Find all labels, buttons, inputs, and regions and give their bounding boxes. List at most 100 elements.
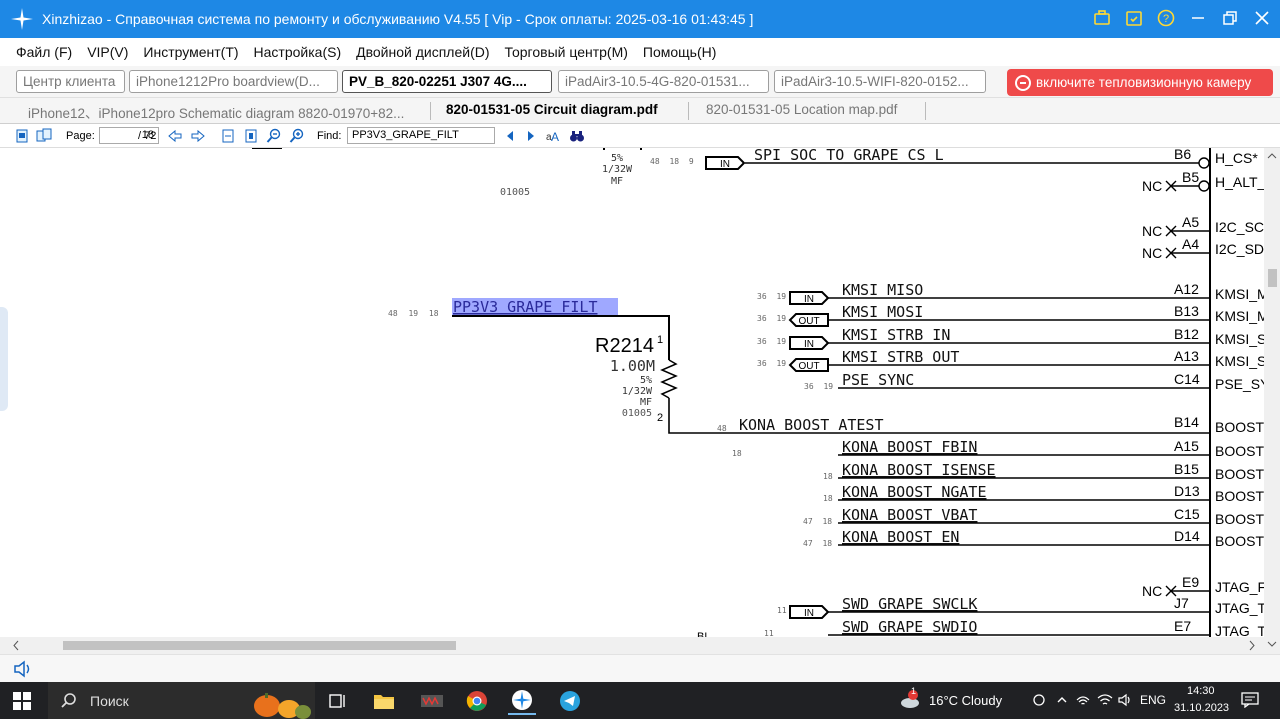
menu-dual-display[interactable]: Двойной дисплей(D) xyxy=(356,44,489,60)
telegram-icon[interactable] xyxy=(556,687,584,715)
match-case-icon[interactable]: aA xyxy=(545,128,561,144)
horizontal-scrollbar[interactable] xyxy=(0,637,1264,654)
xinzhizao-taskbar-icon[interactable] xyxy=(508,687,536,715)
tab-separator xyxy=(925,102,926,120)
net-label[interactable]: KONA_BOOST_VBAT xyxy=(842,506,977,524)
keyboard-language[interactable]: ENG xyxy=(1140,693,1166,707)
net-pse-sync[interactable]: PSE_SYNC 36 19 C14 PSE_SY xyxy=(804,371,1264,392)
zoom-in-icon[interactable] xyxy=(289,128,305,144)
net-kmsi-miso[interactable]: KMSI_MISO 36 19 IN A12 KMSI_M xyxy=(757,281,1264,305)
scroll-left-icon[interactable] xyxy=(10,637,22,654)
tab-ipadair3-wifi[interactable]: iPadAir3-10.5-WIFI-820-0152... xyxy=(774,70,986,93)
net-pp3v3-grape-filt[interactable]: PP3V3_GRAPE_FILT xyxy=(453,298,598,316)
vertical-scrollbar[interactable] xyxy=(1264,148,1280,654)
horizontal-scroll-thumb[interactable] xyxy=(63,641,456,650)
title-bar: Xinzhizao - Справочная система по ремонт… xyxy=(0,0,1280,38)
vertical-scroll-thumb[interactable] xyxy=(1268,269,1277,287)
task-view-icon[interactable] xyxy=(324,687,352,715)
tab-customer-center[interactable]: Центр клиента xyxy=(16,70,125,93)
widgets-icon[interactable] xyxy=(1032,693,1046,707)
net-label[interactable]: SPI_SOC_TO_GRAPE_CS_L xyxy=(754,148,944,164)
weather-text[interactable]: 16°C Cloudy xyxy=(929,693,1002,708)
wifi-icon[interactable] xyxy=(1097,693,1113,707)
net-label[interactable]: KMSI_STRB_IN xyxy=(842,326,950,344)
clock-time[interactable]: 14:30 xyxy=(1187,685,1215,697)
find-previous-icon[interactable] xyxy=(502,128,518,144)
net-label[interactable]: SWD_GRAPE_SWCLK xyxy=(842,595,977,613)
tray-chevron-up-icon[interactable] xyxy=(1056,694,1068,706)
fit-width-icon[interactable] xyxy=(220,128,236,144)
net-label[interactable]: SWD_GRAPE_SWDIO xyxy=(842,618,977,636)
calendar-check-icon[interactable] xyxy=(1124,8,1144,28)
net-kona-boost-fbin[interactable]: KONA_BOOST_FBIN A15 BOOST xyxy=(838,438,1264,459)
net-label[interactable]: PSE_SYNC xyxy=(842,371,914,389)
net-label[interactable]: KONA_BOOST_FBIN xyxy=(842,438,977,456)
weather-badge: 1 xyxy=(911,686,917,696)
scroll-right-icon[interactable] xyxy=(1246,637,1258,654)
next-page-icon[interactable] xyxy=(190,128,206,144)
scroll-up-icon[interactable] xyxy=(1264,150,1280,162)
briefcase-icon[interactable] xyxy=(1092,8,1112,28)
tab-iphone12-schematic[interactable]: iPhone12、iPhone12pro Schematic diagram 8… xyxy=(28,102,404,122)
find-input[interactable]: PP3V3_GRAPE_FILT xyxy=(347,127,495,144)
notifications-icon[interactable] xyxy=(1241,692,1259,708)
previous-page-icon[interactable] xyxy=(167,128,183,144)
net-label[interactable]: KMSI_MOSI xyxy=(842,303,923,321)
net-kona-boost-isense[interactable]: KONA_BOOST_ISENSE 18 B15 BOOST xyxy=(823,461,1264,482)
file-explorer-icon[interactable] xyxy=(370,687,398,715)
net-label[interactable]: KONA_BOOST_NGATE xyxy=(842,483,987,501)
net-kona-boost-ngate[interactable]: KONA_BOOST_NGATE 18 D13 BOOST xyxy=(823,483,1264,504)
menu-help[interactable]: Помощь(H) xyxy=(643,44,717,60)
net-kona-boost-en[interactable]: KONA_BOOST_EN 47 18 D14 BOOST xyxy=(803,528,1264,549)
net-label[interactable]: KMSI_STRB_OUT xyxy=(842,348,959,366)
net-kona-boost-vbat[interactable]: KONA_BOOST_VBAT 47 18 C15 BOOST xyxy=(803,506,1264,527)
tab-circuit-diagram[interactable]: 820-01531-05 Circuit diagram.pdf xyxy=(446,102,658,117)
menu-vip[interactable]: VIP(V) xyxy=(87,44,128,60)
find-next-icon[interactable] xyxy=(523,128,539,144)
speaker-icon[interactable] xyxy=(12,659,34,679)
minimize-icon[interactable] xyxy=(1188,8,1208,28)
taskbar-search[interactable]: Поиск xyxy=(48,682,315,719)
net-swd-grape-swclk[interactable]: SWD_GRAPE_SWCLK 11 IN J7 JTAG_T xyxy=(777,595,1264,619)
network-wifi-icon[interactable] xyxy=(1075,693,1091,707)
menu-shop[interactable]: Торговый центр(M) xyxy=(505,44,628,60)
net-kmsi-strb-in[interactable]: KMSI_STRB_IN 36 19 IN B12 KMSI_S xyxy=(757,326,1264,350)
weather-cloud-icon[interactable] xyxy=(898,690,922,710)
binoculars-icon[interactable] xyxy=(569,128,585,144)
scroll-down-icon[interactable] xyxy=(1264,638,1280,650)
tab-ipadair3-4g[interactable]: iPadAir3-10.5-4G-820-01531... xyxy=(558,70,769,93)
schematic-viewer[interactable]: 5% 1/32W MF 01005 SPI_SOC_TO_GRAPE_CS_L 4… xyxy=(0,148,1264,637)
single-page-icon[interactable] xyxy=(14,128,30,144)
help-icon[interactable]: ? xyxy=(1156,8,1176,28)
two-page-icon[interactable] xyxy=(36,128,52,144)
net-label[interactable]: KONA_BOOST_ISENSE xyxy=(842,461,996,479)
net-kona-boost-atest[interactable]: KONA_BOOST_ATEST xyxy=(739,416,884,434)
net-kmsi-mosi[interactable]: KMSI_MOSI 36 19 OUT B13 KMSI_M xyxy=(757,303,1264,327)
net-label[interactable]: KONA_BOOST_EN xyxy=(842,528,959,546)
clock-date[interactable]: 31.10.2023 xyxy=(1174,702,1229,714)
tab-location-map[interactable]: 820-01531-05 Location map.pdf xyxy=(706,102,897,117)
net-swd-grape-swdio[interactable]: SWD_GRAPE_SWDIO 11 E7 JTAG_T xyxy=(764,618,1264,637)
zoom-out-icon[interactable] xyxy=(266,128,282,144)
media-app-icon[interactable] xyxy=(418,687,446,715)
pin-number: C14 xyxy=(1174,371,1200,387)
tab-iphone12-boardview[interactable]: iPhone1212Pro boardview(D... xyxy=(129,70,338,93)
menu-file[interactable]: Файл (F) xyxy=(16,44,72,60)
app-window: Xinzhizao - Справочная система по ремонт… xyxy=(0,0,1280,719)
fit-page-icon[interactable] xyxy=(243,128,259,144)
windows-start-icon[interactable] xyxy=(13,692,31,710)
net-spi-soc-to-grape-cs-l[interactable]: SPI_SOC_TO_GRAPE_CS_L 48 18 9 IN B6 H_CS* xyxy=(650,148,1258,170)
tab-pv-b-820-02251[interactable]: PV_B_820-02251 J307 4G.... xyxy=(342,70,552,93)
close-icon[interactable] xyxy=(1252,8,1272,28)
restore-icon[interactable] xyxy=(1220,8,1240,28)
chrome-icon[interactable] xyxy=(463,687,491,715)
pin-number: B6 xyxy=(1174,148,1191,162)
net-kmsi-strb-out[interactable]: KMSI_STRB_OUT 36 19 OUT A13 KMSI_S xyxy=(757,348,1264,372)
menu-settings[interactable]: Настройка(S) xyxy=(254,44,342,60)
net-page-refs: 18 xyxy=(823,494,833,503)
volume-icon[interactable] xyxy=(1117,693,1133,707)
side-panel-toggle[interactable] xyxy=(0,307,8,411)
menu-tools[interactable]: Инструмент(T) xyxy=(143,44,238,60)
net-label[interactable]: KMSI_MISO xyxy=(842,281,923,299)
thermal-camera-button[interactable]: включите тепловизионную камеру xyxy=(1007,69,1273,96)
